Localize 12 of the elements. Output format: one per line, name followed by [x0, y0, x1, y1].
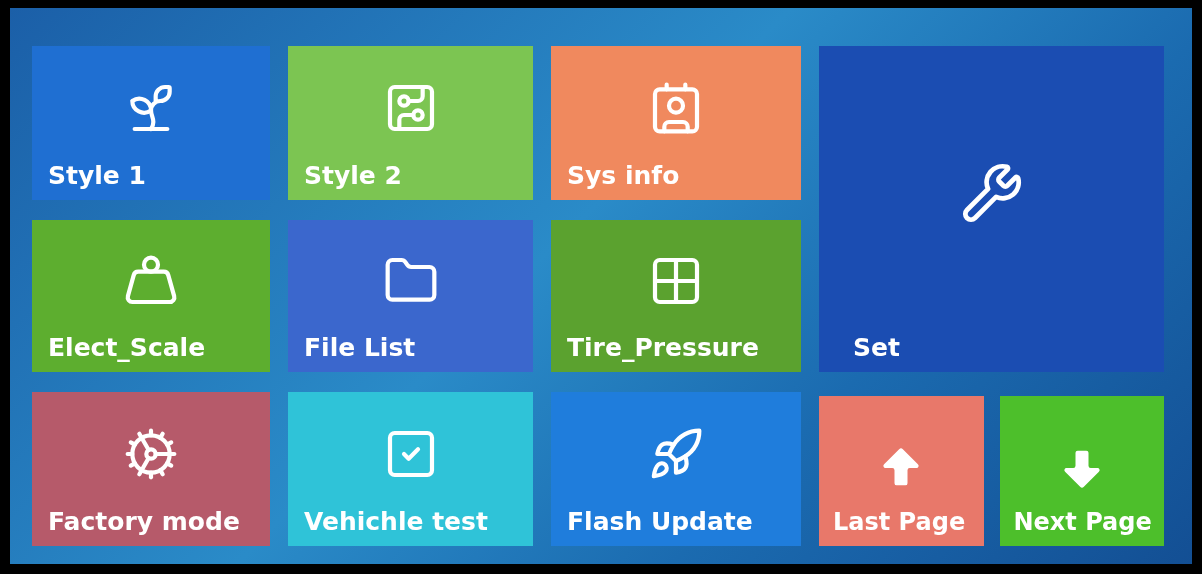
menu-tile[interactable]: Style 1 [32, 46, 270, 200]
menu-tile[interactable]: Factory mode [32, 392, 270, 546]
menu-tile[interactable]: Sys info [551, 46, 801, 200]
menu-tile[interactable]: Flash Update [551, 392, 801, 546]
menu-tile[interactable]: File List [288, 220, 533, 372]
page-button[interactable]: Next Page [999, 396, 1164, 546]
page-button[interactable]: Last Page [819, 396, 984, 546]
menu-tile[interactable]: Style 2 [288, 46, 533, 200]
menu-tile[interactable]: Elect_Scale [32, 220, 270, 372]
menu-tile[interactable]: Set [819, 46, 1164, 372]
menu-tile[interactable]: Tire_Pressure [551, 220, 801, 372]
menu-tile[interactable]: Vehichle test [288, 392, 533, 546]
